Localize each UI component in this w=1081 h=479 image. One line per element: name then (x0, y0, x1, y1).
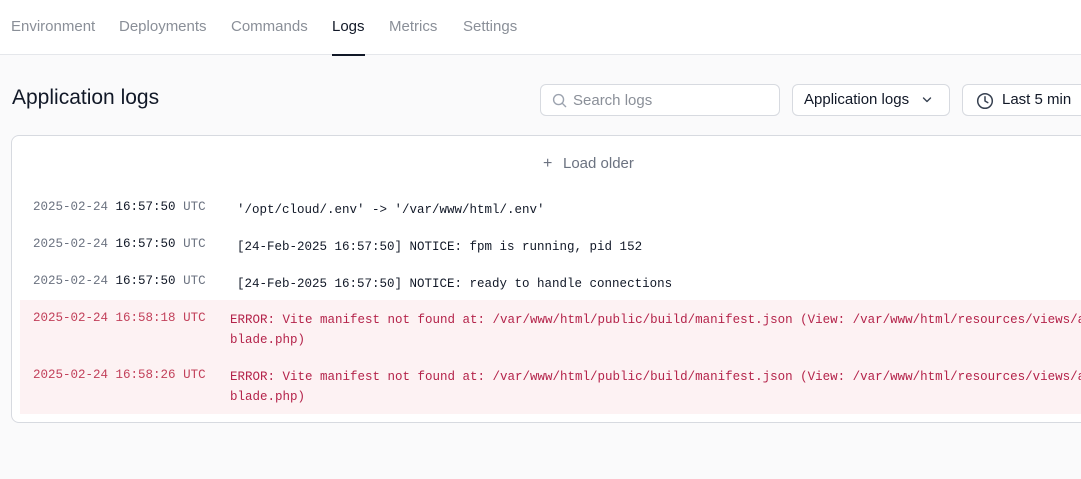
log-row[interactable]: 2025-02-24 16:57:50 UTC [24-Feb-2025 16:… (20, 226, 1081, 263)
log-timestamp: 2025-02-24 16:57:50 UTC (33, 237, 206, 251)
log-message: [24-Feb-2025 16:57:50] NOTICE: fpm is ru… (237, 240, 643, 254)
load-older-button[interactable]: + Load older (543, 154, 634, 174)
log-timestamp: 2025-02-24 16:57:50 UTC (33, 200, 206, 214)
chevron-down-icon (922, 97, 932, 103)
log-panel: + Load older 2025-02-24 16:57:50 UTC '/op… (11, 135, 1081, 423)
load-older-label: Load older (563, 155, 634, 172)
log-timestamp: 2025-02-24 16:58:26 UTC (33, 368, 206, 382)
log-row-error[interactable]: 2025-02-24 16:58:18 UTC ERROR: Vite mani… (20, 300, 1081, 357)
log-row[interactable]: 2025-02-24 16:57:50 UTC [24-Feb-2025 16:… (20, 263, 1081, 300)
tab-bar: Environment Deployments Commands Logs Me… (0, 0, 1081, 56)
log-message: ERROR: Vite manifest not found at: /var/… (230, 313, 1081, 347)
log-type-select[interactable]: Application logs (792, 84, 950, 116)
time-range-button[interactable]: Last 5 min (962, 84, 1081, 116)
search-input[interactable] (573, 85, 773, 115)
tab-logs[interactable]: Logs (332, 0, 365, 56)
tab-deployments[interactable]: Deployments (119, 0, 207, 55)
tab-settings[interactable]: Settings (463, 0, 517, 55)
tab-metrics[interactable]: Metrics (389, 0, 437, 55)
log-message: ERROR: Vite manifest not found at: /var/… (230, 370, 1081, 404)
plus-icon: + (543, 155, 553, 172)
page-title: Application logs (12, 86, 160, 109)
log-row[interactable]: 2025-02-24 16:57:50 UTC '/opt/cloud/.env… (20, 189, 1081, 226)
log-message: [24-Feb-2025 16:57:50] NOTICE: ready to … (237, 277, 673, 291)
log-timestamp: 2025-02-24 16:57:50 UTC (33, 274, 206, 288)
log-row-error[interactable]: 2025-02-24 16:58:26 UTC ERROR: Vite mani… (20, 357, 1081, 414)
log-list: 2025-02-24 16:57:50 UTC '/opt/cloud/.env… (20, 189, 1081, 414)
search-icon (552, 93, 567, 108)
log-message: '/opt/cloud/.env' -> '/var/www/html/.env… (237, 203, 545, 217)
tab-environment[interactable]: Environment (11, 0, 95, 55)
log-timestamp: 2025-02-24 16:58:18 UTC (33, 311, 206, 325)
time-range-value: Last 5 min (1002, 91, 1072, 108)
search-box (540, 84, 780, 116)
log-type-select-value: Application logs (804, 91, 910, 108)
clock-icon (976, 92, 994, 110)
tab-commands[interactable]: Commands (231, 0, 308, 55)
